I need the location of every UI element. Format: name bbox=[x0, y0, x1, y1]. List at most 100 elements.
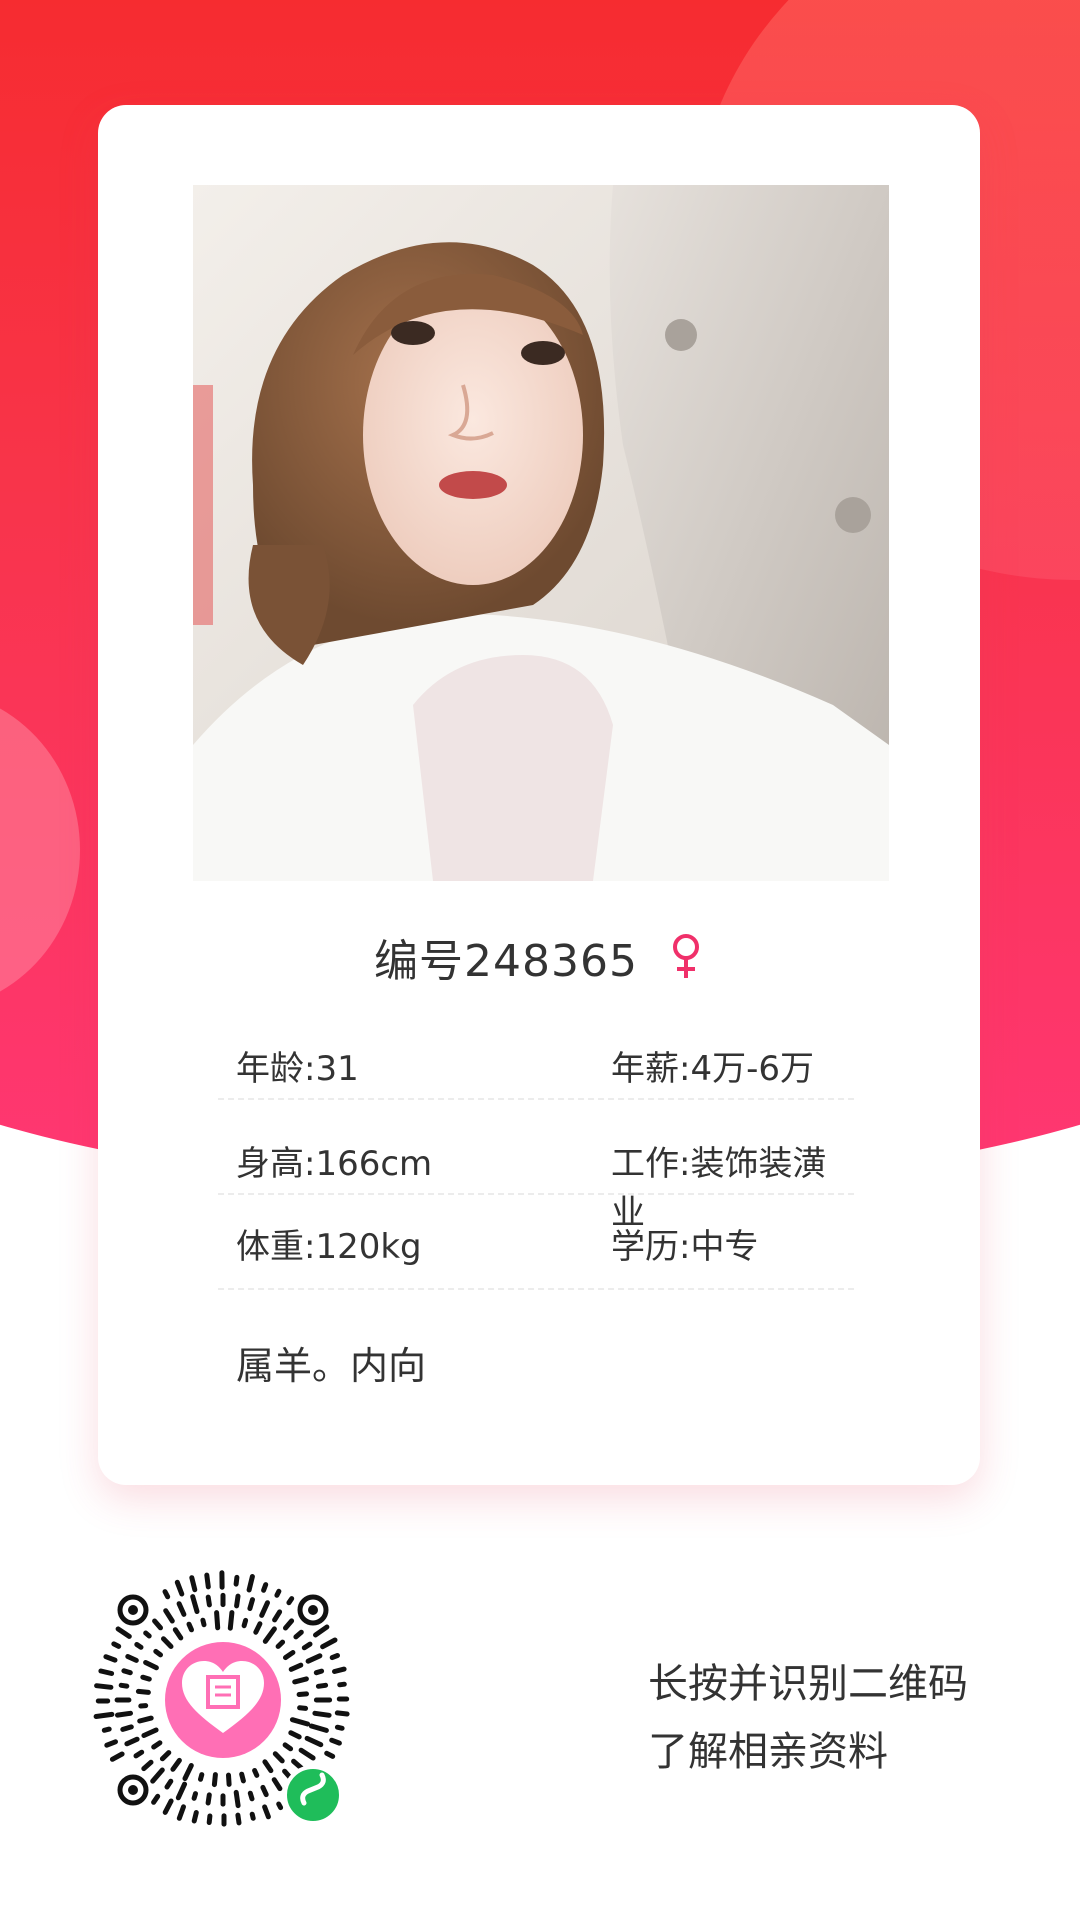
qr-dash bbox=[262, 1626, 277, 1644]
profile-photo[interactable] bbox=[193, 185, 889, 881]
qr-dash bbox=[206, 1813, 213, 1825]
profile-description: 属羊。内向 bbox=[236, 1344, 427, 1388]
qr-dash bbox=[175, 1781, 188, 1801]
qr-dash bbox=[334, 1724, 345, 1731]
qr-dash bbox=[249, 1811, 256, 1821]
qr-dash bbox=[121, 1668, 133, 1676]
qr-dash bbox=[94, 1683, 114, 1690]
qr-dash bbox=[172, 1627, 184, 1641]
qr-dash bbox=[312, 1710, 332, 1718]
qr-dash bbox=[189, 1575, 198, 1593]
qr-dash bbox=[162, 1798, 174, 1815]
qr-dash bbox=[329, 1653, 340, 1661]
qr-dash bbox=[329, 1737, 342, 1746]
profile-info-table: 年龄:31 年薪:4万-6万 身高:166cm 工作:装饰装潢业 体重:120k… bbox=[218, 1005, 854, 1290]
qr-dash bbox=[161, 1636, 174, 1649]
qr-dash bbox=[124, 1736, 140, 1747]
qr-dash bbox=[298, 1747, 316, 1761]
qr-dash bbox=[252, 1768, 260, 1778]
education-field: 学历:中专 bbox=[611, 1227, 759, 1267]
qr-dash bbox=[288, 1662, 304, 1672]
qr-dash bbox=[286, 1596, 295, 1606]
qr-dash bbox=[152, 1618, 163, 1631]
qr-dash bbox=[274, 1588, 282, 1598]
qr-dash bbox=[101, 1726, 112, 1733]
qr-dash bbox=[109, 1751, 125, 1762]
qr-dash bbox=[174, 1579, 185, 1597]
qr-dash bbox=[176, 1601, 187, 1617]
qr-dash bbox=[115, 1626, 132, 1639]
qr-dash bbox=[226, 1772, 232, 1787]
qr-dash bbox=[190, 1594, 200, 1614]
qr-dash bbox=[133, 1749, 145, 1759]
height-field: 身高:166cm bbox=[236, 1144, 433, 1184]
qr-dash bbox=[234, 1593, 241, 1609]
qr-dash bbox=[162, 1589, 171, 1600]
qr-dash bbox=[275, 1639, 286, 1649]
qr-dash bbox=[301, 1641, 313, 1651]
qr-dash bbox=[159, 1750, 172, 1762]
info-row: 身高:166cm 工作:装饰装潢业 bbox=[218, 1100, 854, 1233]
qr-dash bbox=[261, 1582, 269, 1593]
qr-dash bbox=[272, 1609, 283, 1623]
qr-dash bbox=[292, 1676, 309, 1685]
profile-id-title: 编号248365 bbox=[374, 936, 638, 987]
qr-dash bbox=[141, 1727, 159, 1738]
qr-dash bbox=[308, 1723, 329, 1733]
qr-dash bbox=[289, 1717, 311, 1727]
qr-dash bbox=[198, 1772, 205, 1782]
qr-dash bbox=[164, 1778, 174, 1790]
qr-dash bbox=[153, 1648, 163, 1658]
age-field: 年龄:31 bbox=[236, 1049, 359, 1089]
qr-dash bbox=[143, 1660, 159, 1671]
qr-dash bbox=[98, 1668, 115, 1676]
qr-dash bbox=[151, 1793, 161, 1805]
mini-program-qr-code[interactable] bbox=[78, 1555, 368, 1845]
qr-dash bbox=[337, 1681, 347, 1688]
qr-dash bbox=[93, 1711, 115, 1719]
profile-title-row: 编号248365 bbox=[98, 925, 980, 989]
qr-dash bbox=[163, 1608, 175, 1624]
qr-dash bbox=[247, 1790, 255, 1802]
qr-dash bbox=[247, 1597, 255, 1611]
profile-card: 编号248365 年龄:31 年薪:4万-6万 身高:166cm 工作:装饰装潢… bbox=[98, 105, 980, 1485]
qr-dash bbox=[170, 1757, 182, 1772]
qr-dash bbox=[137, 1715, 154, 1724]
qr-dash bbox=[205, 1594, 212, 1608]
scan-hint-line2: 了解相亲资料 bbox=[648, 1729, 888, 1775]
scan-hint-line1: 长按并识别二维码 bbox=[648, 1661, 968, 1707]
qr-dash bbox=[297, 1705, 309, 1711]
qr-dash bbox=[118, 1682, 130, 1689]
qr-dash bbox=[125, 1654, 139, 1663]
qr-dash bbox=[182, 1763, 194, 1781]
qr-dash bbox=[140, 1674, 152, 1682]
qr-code-icon bbox=[93, 1570, 350, 1827]
scan-hint: 长按并识别二维码 了解相亲资料 bbox=[648, 1650, 968, 1786]
qr-dash bbox=[313, 1668, 325, 1676]
qr-dash bbox=[253, 1621, 263, 1635]
qr-dash bbox=[272, 1751, 285, 1764]
qr-dash bbox=[334, 1710, 350, 1717]
qr-dash bbox=[200, 1617, 207, 1628]
qr-dash bbox=[134, 1642, 144, 1650]
qr-dash bbox=[246, 1574, 255, 1593]
qr-dash bbox=[176, 1804, 186, 1821]
weight-field: 体重:120kg bbox=[236, 1227, 422, 1267]
qr-dash bbox=[191, 1810, 199, 1824]
female-symbol-icon bbox=[668, 933, 704, 981]
qr-dash bbox=[111, 1641, 122, 1649]
qr-dash bbox=[259, 1600, 270, 1618]
qr-dash bbox=[233, 1574, 240, 1587]
qr-dash bbox=[305, 1653, 323, 1664]
qr-dash bbox=[191, 1791, 198, 1801]
qr-dash bbox=[120, 1724, 134, 1732]
qr-dash bbox=[332, 1666, 347, 1674]
qr-dash bbox=[271, 1777, 283, 1792]
qr-dash bbox=[283, 1650, 296, 1661]
info-row: 年龄:31 年薪:4万-6万 bbox=[218, 1005, 854, 1100]
qr-dash bbox=[205, 1792, 212, 1806]
profile-photo-image bbox=[193, 185, 889, 881]
qr-dash bbox=[104, 1739, 118, 1748]
qr-dash bbox=[235, 1812, 242, 1826]
qr-dash bbox=[186, 1621, 194, 1633]
